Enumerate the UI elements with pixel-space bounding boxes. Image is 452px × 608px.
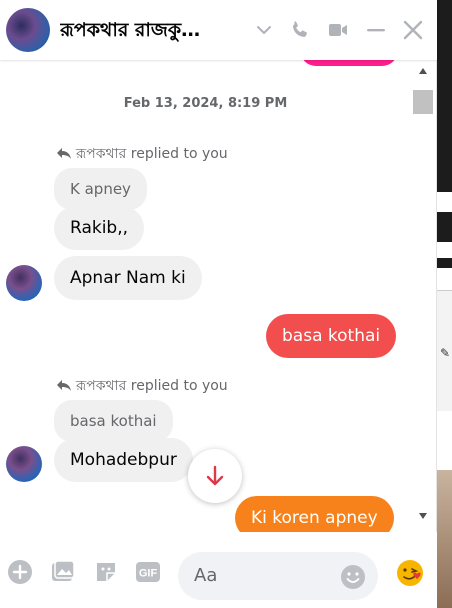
contact-name[interactable]: রূপকথার রাজকু…: [60, 16, 240, 48]
background-dark-panel-2: [437, 212, 452, 242]
contact-avatar[interactable]: [6, 8, 50, 52]
message-input[interactable]: Aa: [178, 552, 378, 600]
chat-header: রূপকথার রাজকু…: [0, 0, 437, 60]
arrow-down-icon: [206, 465, 224, 486]
reply-indicator: রূপকথার replied to you: [56, 142, 228, 166]
background-check-icon: ✎: [440, 346, 451, 360]
chevron-down-icon[interactable]: [252, 18, 276, 42]
scrollbar[interactable]: [411, 62, 437, 528]
quoted-message[interactable]: K apney: [54, 168, 147, 210]
sticker-icon[interactable]: [93, 559, 119, 585]
outgoing-message-bubble[interactable]: Ki koren apney: [235, 496, 394, 532]
chat-window: রূপকথার রাজকু… Feb 13, 2024, 8:19 PM রূপ…: [0, 0, 437, 608]
phone-icon[interactable]: [288, 18, 312, 42]
reply-sender: রূপকথার: [76, 378, 127, 394]
reply-indicator: রূপকথার replied to you: [56, 374, 228, 398]
scrollbar-thumb[interactable]: [413, 90, 433, 114]
photo-icon[interactable]: [50, 559, 76, 585]
reply-suffix: replied to you: [126, 378, 228, 394]
reaction-emoji-icon[interactable]: [395, 558, 425, 588]
scroll-to-bottom-button[interactable]: [188, 449, 242, 503]
incoming-message-bubble[interactable]: Apnar Nam ki: [54, 256, 202, 300]
outgoing-message-bubble[interactable]: basa kothai: [266, 314, 397, 358]
reply-sender: রূপকথার: [76, 146, 127, 162]
plus-circle-icon[interactable]: [7, 559, 33, 585]
background-dark-panel-3: [437, 258, 452, 268]
quoted-message[interactable]: basa kothai: [54, 400, 173, 442]
emoji-icon[interactable]: [340, 564, 366, 590]
composer-bar: GIF Aa: [0, 532, 437, 608]
message-input-placeholder: Aa: [194, 565, 218, 586]
sender-avatar[interactable]: [6, 265, 42, 301]
reply-arrow-icon: [57, 148, 71, 159]
reply-arrow-icon: [57, 380, 71, 391]
gif-icon[interactable]: GIF: [135, 559, 161, 585]
close-icon[interactable]: [401, 18, 425, 42]
background-photo: [437, 470, 452, 608]
scroll-up-arrow-icon[interactable]: [419, 68, 427, 74]
video-icon[interactable]: [326, 18, 350, 42]
message-timestamp: Feb 13, 2024, 8:19 PM: [123, 96, 288, 111]
scroll-down-arrow-icon[interactable]: [419, 513, 427, 519]
background-dark-panel: [437, 0, 452, 192]
gif-label: GIF: [139, 568, 158, 580]
incoming-message-bubble[interactable]: Rakib,,: [54, 206, 145, 250]
background-strip: [437, 192, 452, 212]
minimize-icon[interactable]: [364, 18, 388, 42]
reply-suffix: replied to you: [126, 146, 228, 162]
